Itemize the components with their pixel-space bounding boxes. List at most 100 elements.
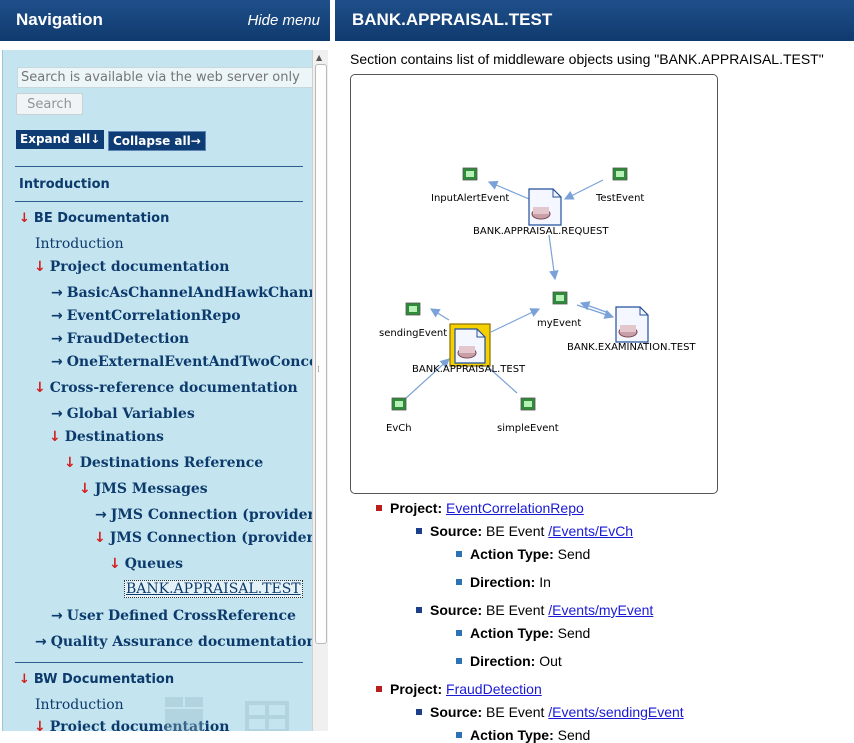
diagram-node-label[interactable]: InputAlertEvent <box>431 193 509 204</box>
dependency-diagram: InputAlertEvent TestEvent BANK.APPRAISAL… <box>350 74 718 494</box>
collapsed-arrow-icon: → <box>51 285 63 301</box>
nav-item-label: User Defined CrossReference <box>66 608 296 624</box>
action-type-value: Send <box>557 546 591 562</box>
nav-item-label: Project documentation <box>49 259 230 275</box>
page-title: BANK.APPRAISAL.TEST <box>352 10 553 29</box>
nav-item-frauddetection[interactable]: → FraudDetection <box>51 331 189 347</box>
expanded-arrow-icon: ↓ <box>64 455 76 471</box>
direction-value: In <box>539 574 551 590</box>
selected-queue-icon <box>449 323 491 367</box>
action-type-row: Action Type: Send <box>470 546 590 562</box>
nav-item-label: EventCorrelationRepo <box>66 308 241 324</box>
source-type: BE Event <box>486 523 545 539</box>
nav-item-label: Introduction <box>35 236 124 252</box>
nav-item-be-introduction[interactable]: Introduction <box>35 236 124 252</box>
diagram-node-label[interactable]: sendingEvent <box>379 328 447 339</box>
direction-label: Direction: <box>470 574 536 590</box>
expanded-arrow-icon: ↓ <box>94 530 106 546</box>
nav-item-eventcorrelationrepo[interactable]: → EventCorrelationRepo <box>51 308 241 324</box>
scroll-up-icon[interactable]: ▲ <box>316 53 322 62</box>
expanded-arrow-icon: ↓ <box>19 211 30 226</box>
project-link[interactable]: FraudDetection <box>446 681 542 697</box>
nav-item-label: Destinations <box>64 429 164 445</box>
nav-item-label: JMS Messages <box>94 481 208 497</box>
source-label: Source: <box>430 704 483 720</box>
navigation-header: Navigation Hide menu <box>0 0 330 41</box>
collapsed-arrow-icon: → <box>51 331 63 347</box>
nav-item-destinations-reference[interactable]: ↓ Destinations Reference <box>64 455 263 471</box>
diagram-node-label[interactable]: TestEvent <box>596 193 644 204</box>
nav-item-label: BW Documentation <box>33 672 175 687</box>
nav-item-cross-reference[interactable]: ↓ Cross-reference documentation <box>34 380 298 396</box>
watermark-logo-icon <box>165 697 289 731</box>
nav-item-jms-messages[interactable]: ↓ JMS Messages <box>79 481 208 497</box>
project-label: Project: <box>390 500 443 516</box>
expand-all-button[interactable]: Expand all↓ <box>16 130 105 149</box>
source-row: Source: BE Event /Events/EvCh <box>430 523 633 539</box>
event-icon <box>552 291 568 305</box>
project-row: Project: EventCorrelationRepo <box>390 500 584 516</box>
diagram-node-label[interactable]: EvCh <box>386 423 412 434</box>
diagram-node-label[interactable]: myEvent <box>537 318 581 329</box>
nav-item-label: BasicAsChannelAndHawkChannel <box>66 285 313 301</box>
nav-item-jms-connection-1[interactable]: → JMS Connection (provider U <box>95 507 313 523</box>
source-type: BE Event <box>486 704 545 720</box>
nav-item-be-documentation[interactable]: ↓ BE Documentation <box>19 211 169 226</box>
nav-item-label: BE Documentation <box>33 211 170 226</box>
queue-icon <box>528 188 562 226</box>
divider <box>15 201 303 202</box>
grip-icon: ⁞ <box>317 365 320 375</box>
expanded-arrow-icon: ↓ <box>34 259 46 275</box>
event-icon <box>612 167 628 181</box>
collapsed-arrow-icon: → <box>51 608 63 624</box>
nav-item-oneexternalevent[interactable]: → OneExternalEventAndTwoConcept <box>51 354 313 370</box>
nav-item-label: Cross-reference documentation <box>49 380 298 396</box>
collapsed-arrow-icon: → <box>51 406 63 422</box>
nav-item-current-page[interactable]: BANK.APPRAISAL.TEST <box>124 580 303 598</box>
main-content: BANK.APPRAISAL.TEST Section contains lis… <box>335 0 854 743</box>
diagram-node-label[interactable]: BANK.APPRAISAL.REQUEST <box>473 226 609 237</box>
nav-item-destinations[interactable]: ↓ Destinations <box>49 429 164 445</box>
nav-item-introduction[interactable]: Introduction <box>19 177 110 192</box>
divider <box>15 662 303 663</box>
action-type-label: Action Type: <box>470 546 554 562</box>
list-bullet <box>456 658 462 664</box>
source-link[interactable]: /Events/EvCh <box>548 523 633 539</box>
project-link[interactable]: EventCorrelationRepo <box>446 500 584 516</box>
source-link[interactable]: /Events/myEvent <box>548 602 653 618</box>
navigation-scrollbar[interactable]: ▲ ⁞ <box>312 50 328 731</box>
nav-item-label: Destinations Reference <box>79 455 264 471</box>
nav-item-queues[interactable]: ↓ Queues <box>109 556 183 572</box>
hide-menu-link[interactable]: Hide menu <box>247 12 320 29</box>
search-button[interactable]: Search <box>16 93 83 115</box>
event-icon <box>462 167 478 181</box>
diagram-node-label[interactable]: simpleEvent <box>497 423 559 434</box>
event-icon <box>520 397 536 411</box>
direction-row: Direction: In <box>470 574 551 590</box>
action-type-value: Send <box>557 727 591 743</box>
divider <box>15 166 303 167</box>
nav-item-bw-introduction[interactable]: Introduction <box>35 697 124 713</box>
diagram-node-label[interactable]: BANK.EXAMINATION.TEST <box>567 342 696 353</box>
source-row: Source: BE Event /Events/myEvent <box>430 602 653 618</box>
action-type-row: Action Type: Send <box>470 727 590 743</box>
nav-item-user-defined-crossreference[interactable]: → User Defined CrossReference <box>51 608 296 624</box>
nav-item-label: JMS Connection (provider U <box>110 507 313 523</box>
section-description: Section contains list of middleware obje… <box>350 51 824 67</box>
search-input[interactable] <box>17 67 313 88</box>
nav-item-basicaschannel[interactable]: → BasicAsChannelAndHawkChannel <box>51 285 313 301</box>
direction-label: Direction: <box>470 653 536 669</box>
scrollbar-thumb[interactable] <box>315 64 327 644</box>
queue-icon <box>615 306 649 343</box>
nav-item-jms-connection-2[interactable]: ↓ JMS Connection (provider U <box>94 530 313 546</box>
nav-item-global-variables[interactable]: → Global Variables <box>51 406 195 422</box>
collapse-all-button[interactable]: Collapse all→ <box>108 131 206 151</box>
diagram-node-label[interactable]: BANK.APPRAISAL.TEST <box>412 364 525 375</box>
nav-item-bw-documentation[interactable]: ↓ BW Documentation <box>19 672 174 687</box>
nav-item-quality-assurance[interactable]: → Quality Assurance documentation <box>35 634 313 650</box>
expanded-arrow-icon: ↓ <box>34 719 46 731</box>
nav-item-project-documentation[interactable]: ↓ Project documentation <box>34 259 229 275</box>
source-row: Source: BE Event /Events/sendingEvent <box>430 704 684 720</box>
source-link[interactable]: /Events/sendingEvent <box>548 704 683 720</box>
nav-item-label: JMS Connection (provider U <box>109 530 313 546</box>
